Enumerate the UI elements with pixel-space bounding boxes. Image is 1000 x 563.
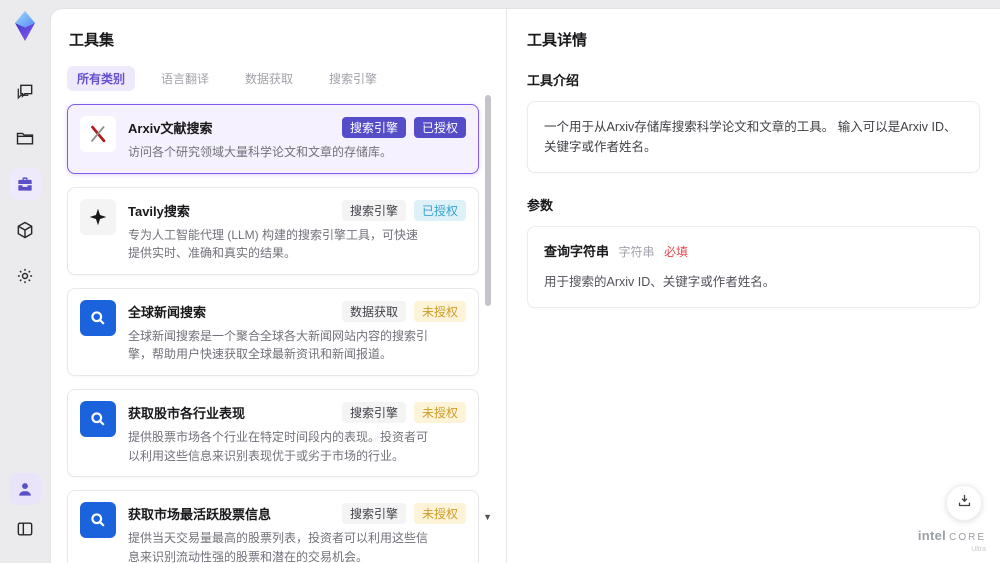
search-icon [80,400,116,437]
sidebar-bottom [9,473,41,553]
arxiv-logo-icon [80,116,116,152]
chat-icon[interactable] [9,76,41,108]
page-title: 工具集 [69,32,115,49]
category-badge: 搜索引擎 [341,199,406,221]
main-card: 工具集 所有类别 语言翻译 数据获取 搜索引擎 Arxiv文献搜索 访问各个研究领域大量… [50,8,1000,563]
app-logo-icon [9,10,41,42]
params-heading: 参数 [527,198,554,213]
tool-details-panel: 工具详情 工具介绍 一个用于从Arxiv存储库搜索科学论文和文章的工具。 输入可… [506,9,1000,563]
scroll-down-icon[interactable]: ▼ [483,513,492,522]
intel-core-logo: intel CORE Ultra [918,528,986,553]
tool-badges: 搜索引擎 未授权 [341,503,466,525]
tool-list: Arxiv文献搜索 访问各个研究领域大量科学论文和文章的存储库。 搜索引擎 已授权 Ta… [67,104,479,563]
tool-list-item[interactable]: Arxiv文献搜索 访问各个研究领域大量科学论文和文章的存储库。 搜索引擎 已授权 [67,104,479,174]
category-badge: 数据获取 [341,300,406,322]
tool-description: 全球新闻搜索是一个聚合全球各大新闻网站内容的搜索引擎，帮助用户快速获取全球最新资… [128,328,429,362]
param-required-badge: 必填 [664,245,689,259]
core-brand-text: CORE [949,532,986,543]
toolbox-icon[interactable] [9,168,41,200]
param-head: 查询字符串 字符串 必填 [544,242,963,263]
param-description: 用于搜索的Arxiv ID、关键字或作者姓名。 [544,274,776,289]
intel-brand-text: intel [917,528,947,543]
category-badge: 搜索引擎 [341,117,406,138]
intro-box: 一个用于从Arxiv存储库搜索科学论文和文章的工具。 输入可以是Arxiv ID… [527,101,980,173]
category-tabs: 所有类别 语言翻译 数据获取 搜索引擎 [67,66,479,91]
scrollbar-thumb[interactable] [485,95,491,306]
tab-3[interactable]: 搜索引擎 [319,66,387,91]
status-badge: 未授权 [413,503,466,525]
tool-description: 专为人工智能代理 (LLM) 构建的搜索引擎工具，可快速提供实时、准确和真实的结… [128,227,419,261]
param-type: 字符串 [618,245,655,259]
intro-text: 一个用于从Arxiv存储库搜索科学论文和文章的工具。 输入可以是Arxiv ID… [544,120,957,154]
user-icon[interactable] [9,473,41,505]
tool-description: 提供股票市场各个行业在特定时间段内的表现。投资者可以利用这些信息来识别表现优于或… [128,429,429,463]
cube-icon[interactable] [9,214,41,246]
tool-badges: 搜索引擎 已授权 [341,199,466,221]
search-icon [80,502,116,539]
settings-icon[interactable] [9,260,41,292]
tab-all-categories[interactable]: 所有类别 [67,66,136,91]
tool-list-panel: 工具集 所有类别 语言翻译 数据获取 搜索引擎 Arxiv文献搜索 访问各个研究领域大量… [51,9,506,563]
category-badge: 搜索引擎 [341,401,406,423]
status-badge: 已授权 [413,199,466,221]
folder-icon[interactable] [9,122,41,154]
download-icon [956,492,973,514]
tool-description: 访问各个研究领域大量科学论文和文章的存储库。 [128,145,393,159]
tool-list-item[interactable]: 全球新闻搜索 全球新闻搜索是一个聚合全球各大新闻网站内容的搜索引擎，帮助用户快速获… [67,287,479,376]
app-sidebar [0,0,50,563]
tool-list-item[interactable]: 获取股市各行业表现 提供股票市场各个行业在特定时间段内的表现。投资者可以利用这些信… [67,388,479,478]
tool-list-item[interactable]: Tavily搜索 专为人工智能代理 (LLM) 构建的搜索引擎工具，可快速提供实时… [67,186,479,275]
sparkle-icon [80,198,116,235]
tool-description: 提供当天交易量最高的股票列表，投资者可以利用这些信息来识别流动性强的股票和潜在的… [128,531,429,563]
tab-1[interactable]: 语言翻译 [151,66,219,91]
search-icon [80,299,116,336]
param-box: 查询字符串 字符串 必填 用于搜索的Arxiv ID、关键字或作者姓名。 [527,226,980,308]
download-button[interactable] [946,485,982,521]
details-title: 工具详情 [527,32,588,49]
tool-list-item[interactable]: 获取市场最活跃股票信息 提供当天交易量最高的股票列表，投资者可以利用这些信息来识别… [67,490,479,563]
status-badge: 未授权 [413,401,466,423]
panel-layout-icon[interactable] [9,513,41,545]
tool-badges: 搜索引擎 已授权 [341,117,466,138]
category-badge: 搜索引擎 [341,503,406,525]
ultra-brand-text: Ultra [971,546,986,553]
tab-2[interactable]: 数据获取 [235,66,303,91]
param-name: 查询字符串 [544,244,610,259]
tool-badges: 搜索引擎 未授权 [341,401,466,423]
intro-heading: 工具介绍 [527,73,580,88]
status-badge: 未授权 [413,300,466,322]
status-badge: 已授权 [413,117,466,138]
tool-badges: 数据获取 未授权 [341,300,466,322]
